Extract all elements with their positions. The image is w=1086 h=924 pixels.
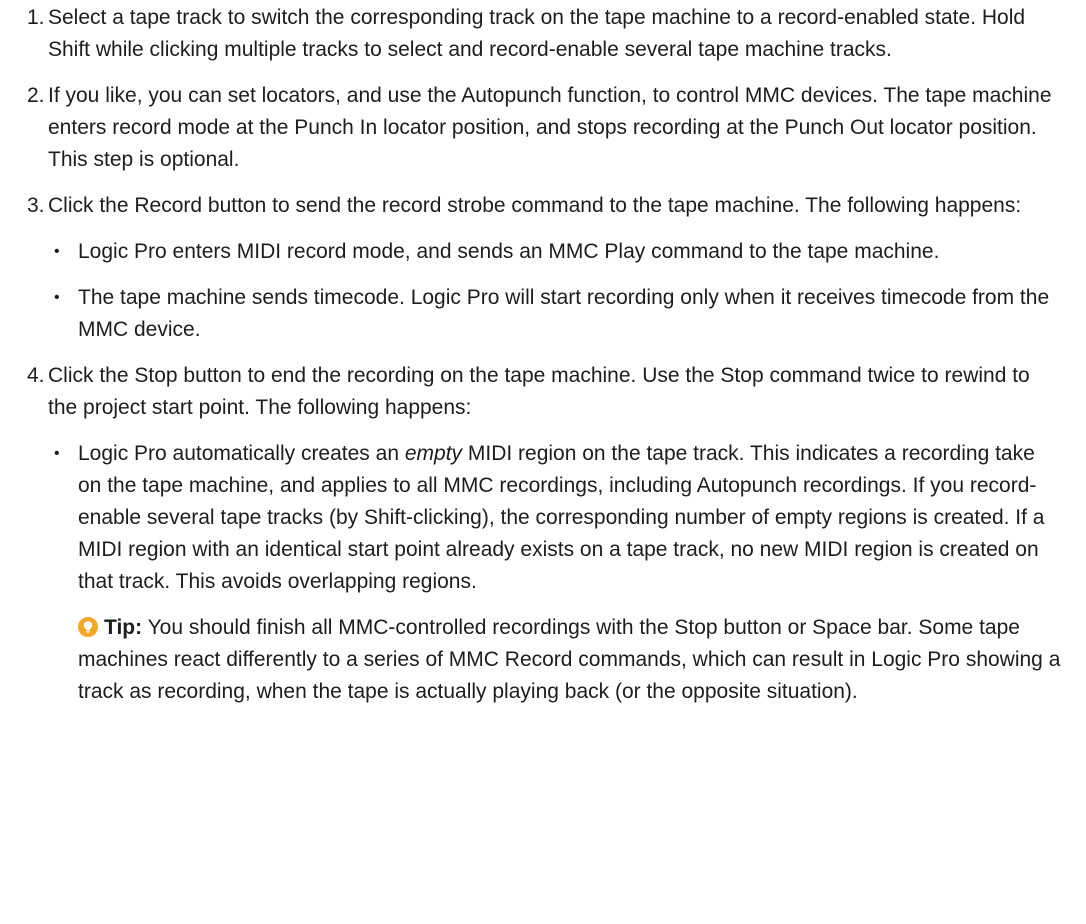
step-number: 3. [27,194,45,217]
step-number: 4. [27,364,45,387]
bullet-text-before: Logic Pro automatically creates an [78,442,405,465]
step-2: 2. If you like, you can set locators, an… [0,80,1062,176]
list-item: • Logic Pro automatically creates an emp… [48,438,1062,598]
list-item: • The tape machine sends timecode. Logic… [48,282,1062,346]
step-1: 1. Select a tape track to switch the cor… [0,2,1062,66]
bullet-list: • Logic Pro enters MIDI record mode, and… [48,236,1062,346]
step-3: 3. Click the Record button to send the r… [0,190,1062,346]
lightbulb-icon [78,617,98,637]
step-text: Click the Record button to send the reco… [48,194,1022,217]
step-number: 1. [27,6,45,29]
step-text: Click the Stop button to end the recordi… [48,364,1030,419]
bullet-icon: • [54,289,60,306]
document-page: 1. Select a tape track to switch the cor… [0,0,1086,924]
step-4: 4. Click the Stop button to end the reco… [0,360,1062,708]
emphasis-text: empty [404,442,463,465]
tip-text: You should finish all MMC-controlled rec… [78,616,1061,703]
tip-callout: Tip: You should finish all MMC-controlle… [48,612,1062,708]
bullet-text: Logic Pro enters MIDI record mode, and s… [78,240,940,263]
bullet-list: • Logic Pro automatically creates an emp… [48,438,1062,598]
step-text: If you like, you can set locators, and u… [48,84,1052,171]
bullet-icon: • [54,243,60,260]
bullet-icon: • [54,445,60,462]
step-text: Select a tape track to switch the corres… [48,6,1026,61]
steps-list: 1. Select a tape track to switch the cor… [0,2,1062,708]
bullet-text: The tape machine sends timecode. Logic P… [78,286,1050,341]
list-item: • Logic Pro enters MIDI record mode, and… [48,236,1062,268]
step-number: 2. [27,84,45,107]
tip-label: Tip: [104,616,143,639]
